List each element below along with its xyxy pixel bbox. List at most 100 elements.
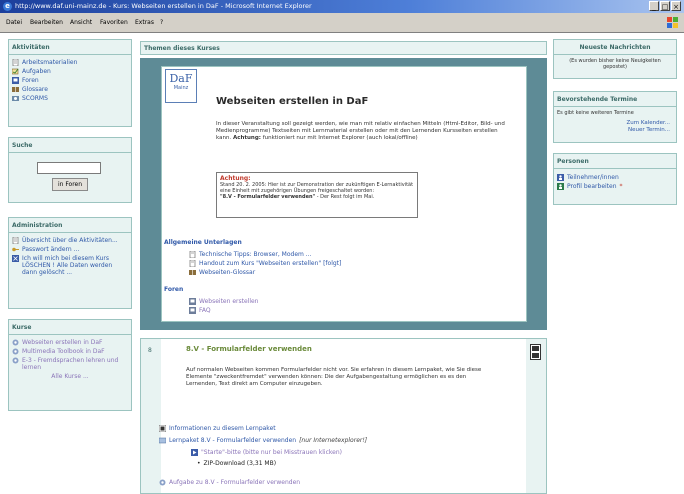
- daf-logo-bottom: Mainz: [173, 85, 189, 91]
- course-label[interactable]: E-3 - Fremdsprachen lehren und lernen: [22, 357, 128, 371]
- forum-label[interactable]: Webseiten erstellen: [199, 298, 258, 305]
- notice-link[interactable]: "8.V - Formularfelder verwenden": [220, 194, 315, 200]
- menu-ansicht[interactable]: Ansicht: [70, 19, 92, 26]
- persons-label[interactable]: Teilnehmer/innen: [567, 174, 619, 181]
- menu-bar: Datei Bearbeiten Ansicht Favoriten Extra…: [0, 13, 684, 33]
- course-label[interactable]: Webseiten erstellen in DaF: [22, 339, 103, 346]
- admin-title: Administration: [9, 218, 131, 233]
- package-note: [nur Internetexplorer!]: [299, 437, 368, 444]
- activity-item[interactable]: Glossare: [12, 86, 128, 93]
- general-item[interactable]: Technische Tipps: Browser, Modem ...: [189, 251, 341, 258]
- news-title: Neueste Nachrichten: [554, 40, 676, 55]
- info-label[interactable]: Informationen zu diesem Lernpaket: [169, 425, 276, 432]
- search-block: Suche in Foren: [8, 137, 132, 203]
- activity-label[interactable]: SCORMS: [22, 95, 48, 102]
- calendar-link[interactable]: Zum Kalender...: [554, 120, 670, 127]
- general-label[interactable]: Handout zum Kurs "Webseiten erstellen" […: [199, 260, 341, 267]
- profile-icon: [557, 183, 564, 190]
- activity-label[interactable]: Glossare: [22, 86, 48, 93]
- info-item[interactable]: Informationen zu diesem Lernpaket: [159, 425, 276, 432]
- assignment-icon: [12, 68, 19, 75]
- course-item[interactable]: Webseiten erstellen in DaF: [12, 339, 128, 346]
- activity-label[interactable]: Arbeitsmaterialien: [22, 59, 77, 66]
- persons-item[interactable]: Teilnehmer/innen: [557, 174, 673, 181]
- courses-block: Kurse Webseiten erstellen in DaF Multime…: [8, 319, 132, 411]
- general-label[interactable]: Webseiten-Glossar: [199, 269, 255, 276]
- news-text: (Es wurden bisher keine Neuigkeiten gepo…: [569, 58, 661, 70]
- admin-item[interactable]: Übersicht über die Aktivitäten...: [12, 237, 128, 244]
- forum-item[interactable]: Webseiten erstellen: [189, 298, 258, 305]
- notice-line2: "8.V - Formularfelder verwenden" - Der R…: [220, 194, 414, 200]
- package-item[interactable]: Lernpaket 8.V - Formularfelder verwenden…: [159, 437, 367, 444]
- overview-icon: [12, 237, 19, 244]
- menu-datei[interactable]: Datei: [6, 19, 22, 26]
- admin-block: Administration Übersicht über die Aktivi…: [8, 217, 132, 309]
- activity-item[interactable]: Foren: [12, 77, 128, 84]
- task-link[interactable]: Aufgabe zu 8.V - Formularfelder verwende…: [169, 479, 300, 486]
- forum-label[interactable]: FAQ: [199, 307, 211, 314]
- section-text: Auf normalen Webseiten kommen Formularfe…: [186, 367, 482, 387]
- course-icon: [12, 339, 19, 346]
- start-item[interactable]: "Starte"-bitte (bitte nur bei Misstrauen…: [191, 449, 342, 456]
- course-intro: In dieser Veranstaltung soll gezeigt wer…: [216, 121, 506, 142]
- search-forums-button[interactable]: in Foren: [52, 178, 88, 191]
- participants-icon: [557, 174, 564, 181]
- activity-item[interactable]: Aufgaben: [12, 68, 128, 75]
- admin-item[interactable]: Ich will mich bei diesem Kurs LÖSCHEN ! …: [12, 255, 128, 276]
- minimize-button[interactable]: _: [649, 1, 659, 11]
- admin-item[interactable]: Passwort ändern ...: [12, 246, 128, 253]
- activity-item[interactable]: Arbeitsmaterialien: [12, 59, 128, 66]
- required-marker: *: [619, 183, 623, 190]
- daf-logo: DaF Mainz: [165, 69, 197, 103]
- news-block: Neueste Nachrichten (Es wurden bisher ke…: [553, 39, 677, 79]
- general-label[interactable]: Technische Tipps: Browser, Modem ...: [199, 251, 312, 258]
- persons-label[interactable]: Profil bearbeiten: [567, 183, 617, 190]
- events-title: Bevorstehende Termine: [554, 92, 676, 107]
- activity-label[interactable]: Foren: [22, 77, 39, 84]
- zip-item[interactable]: • ZIP-Download (3,31 MB): [197, 460, 276, 467]
- activity-label[interactable]: Aufgaben: [22, 68, 51, 75]
- glossary-icon: [189, 270, 196, 275]
- course-intro-warning: funktioniert nur mit Internet Explorer (…: [262, 135, 418, 141]
- course-overview-content: DaF Mainz Webseiten erstellen in DaF In …: [161, 66, 527, 322]
- bullet-icon: •: [197, 460, 201, 467]
- info-icon: [159, 425, 166, 432]
- package-link[interactable]: Lernpaket 8.V - Formularfelder verwenden: [169, 437, 296, 444]
- forum-item[interactable]: FAQ: [189, 307, 258, 314]
- admin-label[interactable]: Passwort ändern ...: [22, 246, 79, 253]
- collapse-section-icon[interactable]: [530, 344, 541, 360]
- zip-link[interactable]: ZIP-Download (3,31 MB): [204, 460, 277, 467]
- menu-favoriten[interactable]: Favoriten: [100, 19, 128, 26]
- all-courses-link[interactable]: Alle Kurse ...: [51, 373, 88, 380]
- title-bar: e http://www.daf.uni-mainz.de - Kurs: We…: [0, 0, 684, 13]
- search-input[interactable]: [37, 162, 101, 174]
- search-title: Suche: [9, 138, 131, 153]
- menu-bearbeiten[interactable]: Bearbeiten: [30, 19, 63, 26]
- menu-extras[interactable]: Extras: [135, 19, 154, 26]
- window-controls: _ □ ×: [649, 1, 681, 11]
- activities-block: Aktivitäten Arbeitsmaterialien Aufgaben …: [8, 39, 132, 127]
- general-materials-list: Technische Tipps: Browser, Modem ... Han…: [186, 249, 344, 278]
- activity-item[interactable]: SCORMS: [12, 95, 128, 102]
- start-link[interactable]: "Starte"-bitte (bitte nur bei Misstrauen…: [201, 449, 342, 456]
- maximize-button[interactable]: □: [660, 1, 670, 11]
- task-item[interactable]: Aufgabe zu 8.V - Formularfelder verwende…: [159, 479, 300, 486]
- new-event-link[interactable]: Neuer Termin...: [554, 127, 670, 134]
- persons-block: Personen Teilnehmer/innen Profil bearbei…: [553, 153, 677, 205]
- document-icon: [12, 59, 19, 66]
- window-title: http://www.daf.uni-mainz.de - Kurs: Webs…: [15, 2, 312, 10]
- close-button[interactable]: ×: [671, 1, 681, 11]
- course-item[interactable]: Multimedia Toolbook in DaF: [12, 348, 128, 355]
- admin-label[interactable]: Ich will mich bei diesem Kurs LÖSCHEN ! …: [22, 255, 128, 276]
- persons-item[interactable]: Profil bearbeiten *: [557, 183, 673, 190]
- general-item[interactable]: Webseiten-Glossar: [189, 269, 341, 276]
- menu-help[interactable]: ?: [160, 19, 163, 26]
- notice-box: Achtung: Stand 20. 2. 2005: Hier ist zur…: [216, 172, 418, 218]
- notice-line1: Stand 20. 2. 2005: Hier ist zur Demonstr…: [220, 182, 414, 194]
- ie-icon: e: [3, 2, 12, 11]
- course-label[interactable]: Multimedia Toolbook in DaF: [22, 348, 105, 355]
- course-item[interactable]: E-3 - Fremdsprachen lehren und lernen: [12, 357, 128, 371]
- task-icon: [159, 479, 166, 486]
- admin-label[interactable]: Übersicht über die Aktivitäten...: [22, 237, 118, 244]
- general-item[interactable]: Handout zum Kurs "Webseiten erstellen" […: [189, 260, 341, 267]
